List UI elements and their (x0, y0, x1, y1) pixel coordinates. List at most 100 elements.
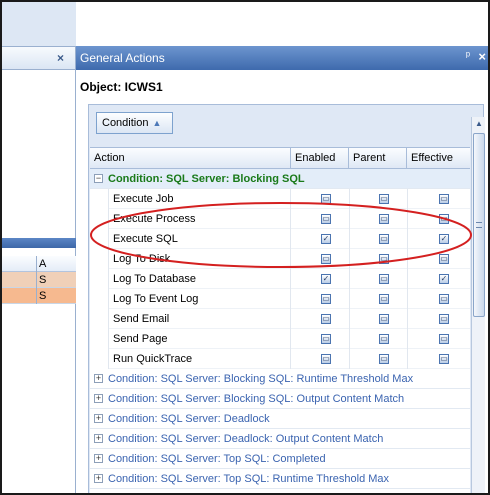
action-row[interactable]: Log To Event Log ▭ ▭ ▭ (108, 289, 470, 309)
enabled-checkbox[interactable]: ✓ (321, 274, 331, 284)
expand-icon[interactable]: + (94, 434, 103, 443)
column-divider (349, 229, 350, 249)
scroll-thumb-grip (476, 222, 482, 228)
enabled-checkbox[interactable]: ▭ (321, 214, 331, 224)
left-grid-header-cell: A (36, 256, 46, 272)
panel-titlebar: General Actions ᵖ × (76, 46, 488, 70)
left-pane: × A S S (2, 2, 76, 493)
group-row-collapsed[interactable]: + Condition: SQL Server: Deadlock (90, 409, 470, 429)
scroll-thumb[interactable] (473, 133, 485, 317)
effective-checkbox[interactable]: ▭ (439, 314, 449, 324)
enabled-checkbox[interactable]: ▭ (321, 314, 331, 324)
enabled-checkbox[interactable]: ▭ (321, 254, 331, 264)
column-divider (349, 249, 350, 269)
column-header-enabled[interactable]: Enabled (291, 148, 349, 169)
parent-checkbox[interactable]: ▭ (379, 334, 389, 344)
group-label: Condition: SQL Server: Top SQL: Output C… (108, 489, 380, 493)
action-name: Log To Event Log (108, 289, 291, 309)
expand-icon[interactable]: + (94, 374, 103, 383)
enabled-checkbox[interactable]: ▭ (321, 294, 331, 304)
group-by-condition-button[interactable]: Condition ▲ (96, 112, 173, 134)
effective-checkbox[interactable]: ▭ (439, 214, 449, 224)
expand-icon[interactable]: + (94, 394, 103, 403)
column-divider (349, 289, 350, 309)
expand-icon[interactable]: + (94, 454, 103, 463)
column-divider (349, 189, 350, 209)
grid-header: Action Enabled Parent Effective (90, 148, 470, 169)
group-row-collapsed[interactable]: + Condition: SQL Server: Top SQL: Runtime… (90, 469, 470, 489)
effective-checkbox[interactable]: ▭ (439, 354, 449, 364)
column-divider (349, 349, 350, 369)
parent-checkbox[interactable]: ▭ (379, 234, 389, 244)
expand-icon[interactable]: + (94, 474, 103, 483)
left-grid-cell: S (36, 272, 46, 288)
group-row-collapsed[interactable]: + Condition: SQL Server: Blocking SQL: Ou… (90, 389, 470, 409)
parent-checkbox[interactable]: ▭ (379, 274, 389, 284)
action-row[interactable]: Log To Disk ▭ ▭ ▭ (108, 249, 470, 269)
parent-checkbox[interactable]: ▭ (379, 214, 389, 224)
parent-checkbox[interactable]: ▭ (379, 354, 389, 364)
panel-title: General Actions (80, 51, 165, 65)
column-header-effective[interactable]: Effective (407, 148, 470, 169)
pin-icon[interactable]: ᵖ (466, 50, 470, 62)
parent-checkbox[interactable]: ▭ (379, 294, 389, 304)
action-row[interactable]: Send Page ▭ ▭ ▭ (108, 329, 470, 349)
column-divider (349, 269, 350, 289)
column-divider (407, 249, 408, 269)
action-row[interactable]: Execute Job ▭ ▭ ▭ (108, 189, 470, 209)
effective-checkbox[interactable]: ▭ (439, 194, 449, 204)
parent-checkbox[interactable]: ▭ (379, 254, 389, 264)
group-row-collapsed[interactable]: + Condition: SQL Server: Blocking SQL: Ru… (90, 369, 470, 389)
action-name: Log To Database (108, 269, 291, 289)
column-divider (407, 329, 408, 349)
column-header-parent[interactable]: Parent (349, 148, 407, 169)
enabled-checkbox[interactable]: ▭ (321, 354, 331, 364)
enabled-checkbox[interactable]: ▭ (321, 194, 331, 204)
enabled-checkbox[interactable]: ▭ (321, 334, 331, 344)
left-grid-column-header[interactable]: A (2, 256, 76, 272)
group-row-collapsed[interactable]: + Condition: SQL Server: Top SQL: Complet… (90, 449, 470, 469)
collapse-icon[interactable]: − (94, 174, 103, 183)
scroll-up-icon[interactable]: ▲ (472, 117, 486, 131)
enabled-checkbox[interactable]: ✓ (321, 234, 331, 244)
group-label: Condition: SQL Server: Blocking SQL: Out… (108, 393, 405, 405)
left-grid-row[interactable]: S (2, 272, 76, 288)
left-grid-header-bar (2, 238, 76, 248)
vertical-scrollbar[interactable]: ▲ (471, 117, 486, 493)
expand-icon[interactable]: + (94, 414, 103, 423)
column-header-action[interactable]: Action (90, 148, 291, 169)
action-row[interactable]: Send Email ▭ ▭ ▭ (108, 309, 470, 329)
group-label: Condition: SQL Server: Top SQL: Complete… (108, 453, 326, 465)
column-divider (407, 289, 408, 309)
effective-checkbox[interactable]: ✓ (439, 274, 449, 284)
group-label: Condition: SQL Server: Deadlock (108, 413, 270, 425)
action-name: Log To Disk (108, 249, 291, 269)
column-divider (349, 309, 350, 329)
column-divider (407, 229, 408, 249)
action-name: Execute SQL (108, 229, 291, 249)
effective-checkbox[interactable]: ▭ (439, 294, 449, 304)
effective-checkbox[interactable]: ✓ (439, 234, 449, 244)
screenshot-frame: × A S S General Actions ᵖ × Object: ICWS… (0, 0, 490, 495)
column-divider (407, 309, 408, 329)
left-grid-row-selected[interactable]: S (2, 288, 76, 304)
effective-checkbox[interactable]: ▭ (439, 334, 449, 344)
action-row[interactable]: Log To Database ✓ ▭ ✓ (108, 269, 470, 289)
action-name: Run QuickTrace (108, 349, 291, 369)
close-icon[interactable]: × (478, 49, 486, 64)
parent-checkbox[interactable]: ▭ (379, 194, 389, 204)
group-row-collapsed[interactable]: + Condition: SQL Server: Deadlock: Output… (90, 429, 470, 449)
column-divider (349, 209, 350, 229)
group-row-collapsed[interactable]: +Condition: SQL Server: Top SQL: Output … (90, 489, 470, 493)
action-name: Execute Process (108, 209, 291, 229)
left-pane-close-icon[interactable]: × (57, 51, 64, 65)
action-row[interactable]: Execute Process ▭ ▭ ▭ (108, 209, 470, 229)
group-label: Condition: SQL Server: Blocking SQL (108, 173, 305, 185)
effective-checkbox[interactable]: ▭ (439, 254, 449, 264)
group-label: Condition: SQL Server: Blocking SQL: Run… (108, 373, 414, 385)
action-row[interactable]: Execute SQL ✓ ▭ ✓ (108, 229, 470, 249)
action-name: Execute Job (108, 189, 291, 209)
action-row[interactable]: Run QuickTrace ▭ ▭ ▭ (108, 349, 470, 369)
parent-checkbox[interactable]: ▭ (379, 314, 389, 324)
group-row-expanded[interactable]: − Condition: SQL Server: Blocking SQL (90, 169, 470, 189)
